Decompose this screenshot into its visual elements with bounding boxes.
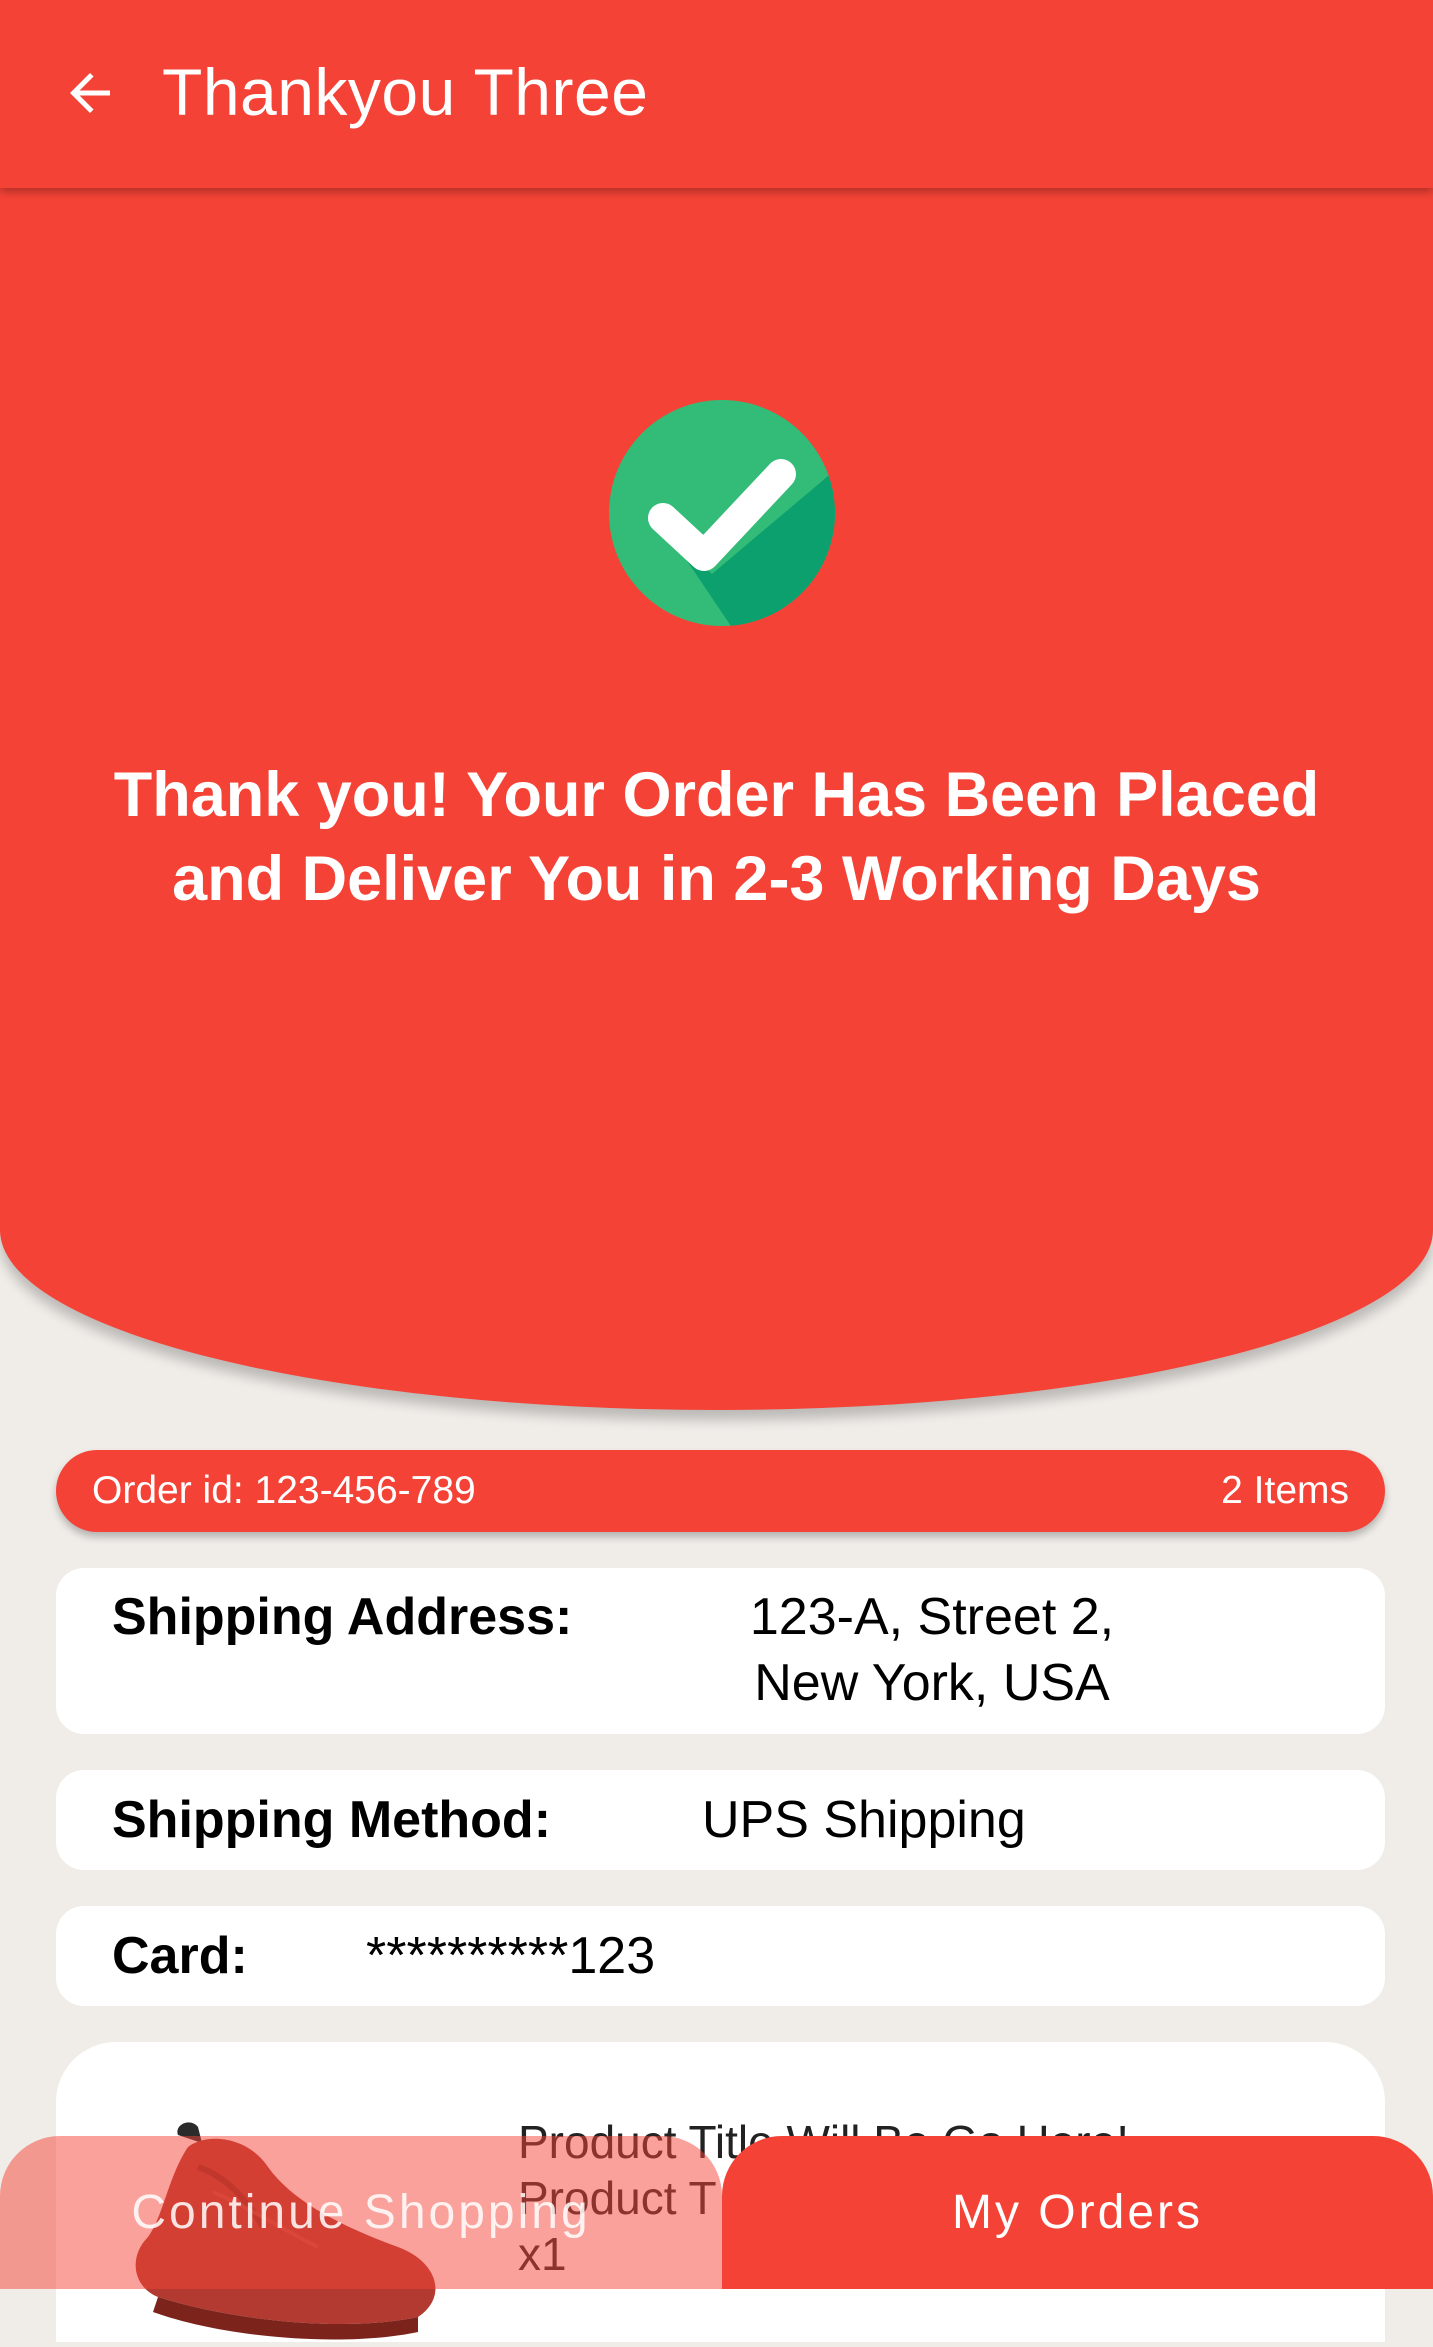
card-label: Card: bbox=[112, 1927, 248, 1985]
item-count: 2 Items bbox=[1221, 1469, 1349, 1512]
app-bar: Thankyou Three bbox=[0, 0, 1433, 188]
my-orders-button[interactable]: My Orders bbox=[722, 2136, 1433, 2289]
shipping-method-card: Shipping Method: UPS Shipping bbox=[56, 1770, 1385, 1870]
shipping-method-label: Shipping Method: bbox=[112, 1791, 552, 1849]
shipping-address-value: 123-A, Street 2, New York, USA bbox=[682, 1584, 1182, 1716]
order-id: Order id: 123-456-789 bbox=[92, 1469, 476, 1512]
address-line-2: New York, USA bbox=[754, 1654, 1110, 1712]
confirmation-message: Thank you! Your Order Has Been Placed an… bbox=[113, 760, 1320, 914]
order-confirmation-hero: Thank you! Your Order Has Been Placed an… bbox=[0, 188, 1433, 1410]
arrow-left-icon bbox=[70, 73, 110, 113]
address-line-1: 123-A, Street 2, bbox=[749, 1588, 1115, 1646]
page-title: Thankyou Three bbox=[162, 55, 649, 129]
order-summary-bar: Order id: 123-456-789 2 Items bbox=[56, 1450, 1385, 1532]
check-circle-icon bbox=[609, 400, 835, 626]
back-button[interactable] bbox=[52, 55, 128, 131]
shipping-address-card: Shipping Address: 123-A, Street 2, New Y… bbox=[56, 1568, 1385, 1734]
continue-shopping-button[interactable]: Continue Shopping bbox=[0, 2136, 722, 2289]
card-number: **********123 bbox=[366, 1927, 656, 1985]
shipping-address-label: Shipping Address: bbox=[112, 1588, 573, 1646]
payment-card-card: Card: **********123 bbox=[56, 1906, 1385, 2006]
shipping-method-value: UPS Shipping bbox=[702, 1791, 1026, 1849]
